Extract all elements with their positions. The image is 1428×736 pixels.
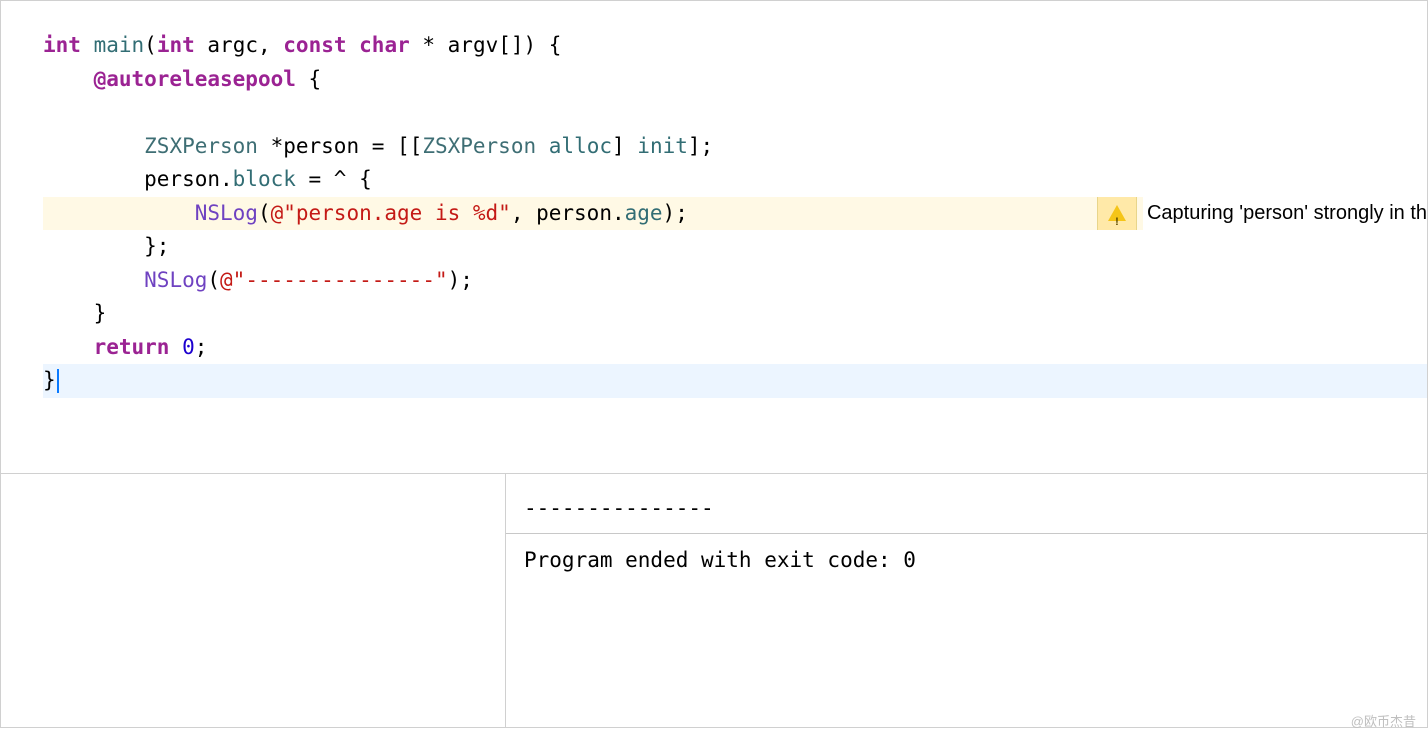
- code-line: }: [43, 297, 1427, 331]
- code-line: ZSXPerson *person = [[ZSXPerson alloc] i…: [43, 130, 1427, 164]
- code-line-cursor: }: [43, 364, 1427, 398]
- console-divider: [506, 533, 1427, 534]
- variables-pane[interactable]: [1, 474, 506, 727]
- code-line: NSLog(@"---------------");: [43, 264, 1427, 298]
- warning-text: Capturing 'person' strongly in th: [1143, 197, 1427, 231]
- console-line: Program ended with exit code: 0: [524, 544, 1427, 577]
- console-line: ---------------: [524, 492, 1427, 525]
- warning-icon: [1097, 197, 1137, 231]
- code-line: return 0;: [43, 331, 1427, 365]
- code-line-warning: NSLog(@"person.age is %d", person.age); …: [43, 197, 1427, 231]
- warning-banner[interactable]: Capturing 'person' strongly in th: [1097, 197, 1427, 231]
- code-line: person.block = ^ {: [43, 163, 1427, 197]
- code-line: [43, 96, 1427, 130]
- code-area[interactable]: int main(int argc, const char * argv[]) …: [1, 1, 1427, 398]
- code-line: };: [43, 230, 1427, 264]
- code-line: @autoreleasepool {: [43, 63, 1427, 97]
- editor-pane[interactable]: int main(int argc, const char * argv[]) …: [0, 0, 1428, 474]
- debug-area: --------------- Program ended with exit …: [0, 474, 1428, 728]
- console-pane[interactable]: --------------- Program ended with exit …: [506, 474, 1427, 727]
- watermark: @欧币杰昔: [1351, 711, 1416, 730]
- text-cursor: [57, 369, 59, 393]
- code-line: int main(int argc, const char * argv[]) …: [43, 29, 1427, 63]
